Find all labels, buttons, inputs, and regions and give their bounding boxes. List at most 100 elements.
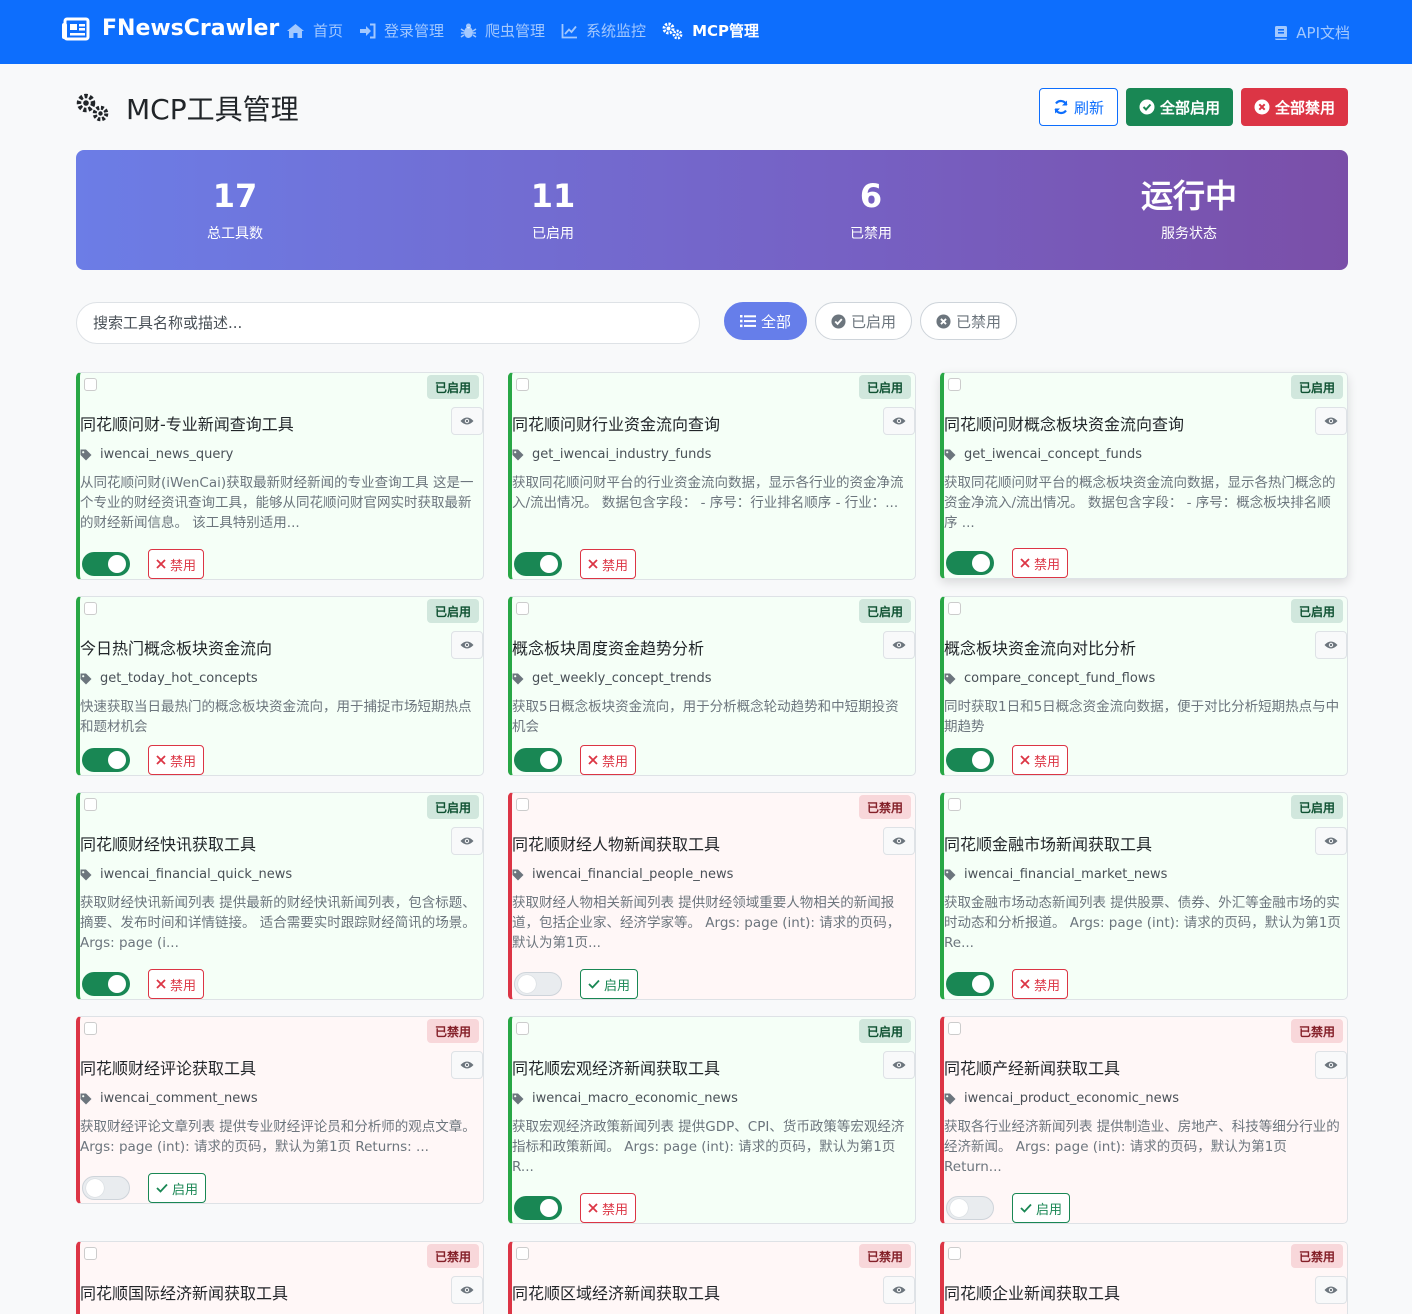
enable-toggle[interactable]	[514, 972, 562, 996]
select-checkbox[interactable]	[948, 1247, 961, 1260]
enable-all-label: 全部启用	[1159, 98, 1220, 117]
view-details-button[interactable]	[451, 1276, 483, 1304]
disable-button[interactable]: 禁用	[580, 549, 637, 579]
function-name-text: iwencai_news_query	[100, 447, 234, 462]
select-checkbox[interactable]	[948, 798, 961, 811]
nav-system-monitor[interactable]: 系统监控	[561, 20, 646, 41]
tool-description: 同时获取1日和5日概念资金流向数据，便于对比分析短期热点与中期趋势	[944, 699, 1340, 735]
stat-label: 已禁用	[850, 226, 892, 242]
select-checkbox[interactable]	[84, 602, 97, 615]
enable-button[interactable]: 启用	[148, 1173, 207, 1203]
disable-all-button[interactable]: 全部禁用	[1240, 88, 1348, 126]
nav-login-management[interactable]: 登录管理	[359, 20, 444, 41]
select-checkbox[interactable]	[948, 1022, 961, 1035]
view-details-button[interactable]	[451, 827, 483, 855]
disable-button[interactable]: 禁用	[148, 549, 205, 579]
eye-icon	[1324, 1061, 1338, 1069]
enable-label: 启用	[604, 978, 631, 994]
tool-title: 同花顺财经评论获取工具	[80, 1059, 257, 1078]
select-checkbox[interactable]	[516, 602, 529, 615]
x-icon	[156, 979, 166, 989]
eye-icon	[1324, 837, 1338, 845]
select-checkbox[interactable]	[516, 1022, 529, 1035]
tool-function-name: iwencai_product_economic_news	[944, 1091, 1179, 1106]
disable-button[interactable]: 禁用	[580, 1193, 637, 1223]
tool-title: 同花顺财经人物新闻获取工具	[512, 835, 721, 854]
view-details-button[interactable]	[1315, 407, 1347, 435]
view-details-button[interactable]	[883, 1276, 915, 1304]
tag-icon	[512, 869, 524, 880]
disable-button[interactable]: 禁用	[1012, 969, 1069, 999]
view-details-button[interactable]	[883, 827, 915, 855]
view-details-button[interactable]	[1315, 1051, 1347, 1079]
view-details-button[interactable]	[883, 1051, 915, 1079]
select-checkbox[interactable]	[516, 1247, 529, 1260]
function-name-text: iwencai_macro_economic_news	[532, 1091, 738, 1106]
filter-enabled[interactable]: 已启用	[815, 302, 913, 340]
select-checkbox[interactable]	[516, 798, 529, 811]
view-details-button[interactable]	[451, 631, 483, 659]
tag-icon	[944, 449, 956, 460]
nav-mcp-management[interactable]: MCP管理	[662, 20, 759, 41]
disable-button[interactable]: 禁用	[580, 745, 637, 775]
view-details-button[interactable]	[451, 407, 483, 435]
status-badge: 已禁用	[1290, 1244, 1343, 1268]
tool-title: 概念板块周度资金趋势分析	[512, 639, 705, 658]
disable-button[interactable]: 禁用	[1012, 548, 1069, 578]
nav-home[interactable]: 首页	[286, 20, 343, 41]
enable-toggle[interactable]	[946, 972, 994, 996]
tool-card: 已启用 同花顺财经快讯获取工具 iwencai_financial_quick_ne…	[76, 792, 484, 1000]
nav-crawler-management[interactable]: 爬虫管理	[460, 20, 545, 41]
tool-function-name: get_today_hot_concepts	[80, 671, 258, 686]
stat-label: 已启用	[532, 226, 574, 242]
select-checkbox[interactable]	[948, 378, 961, 391]
select-checkbox[interactable]	[84, 1022, 97, 1035]
stat-service-status: 运行中 服务状态	[1030, 150, 1348, 270]
view-details-button[interactable]	[883, 631, 915, 659]
tool-description: 获取宏观经济政策新闻列表 提供GDP、CPI、货币政策等宏观经济指标和政策新闻。…	[512, 1119, 905, 1175]
tool-function-name: iwencai_macro_economic_news	[512, 1091, 738, 1106]
filter-all[interactable]: 全部	[724, 302, 808, 340]
tool-card: 已禁用 同花顺国际经济新闻获取工具	[76, 1241, 484, 1314]
select-checkbox[interactable]	[516, 378, 529, 391]
disable-button[interactable]: 禁用	[1012, 745, 1069, 775]
x-icon	[1020, 558, 1030, 568]
toggle-knob	[540, 1199, 558, 1217]
tool-card: 已启用 同花顺问财行业资金流向查询 get_iwencai_industry_fun…	[508, 372, 916, 580]
disable-button[interactable]: 禁用	[148, 969, 205, 999]
eye-icon	[1324, 417, 1338, 425]
x-circle-icon	[1254, 99, 1270, 115]
select-checkbox[interactable]	[84, 1247, 97, 1260]
tool-function-name: iwencai_news_query	[80, 447, 233, 462]
view-details-button[interactable]	[1315, 827, 1347, 855]
enable-button[interactable]: 启用	[580, 969, 639, 999]
view-details-button[interactable]	[883, 407, 915, 435]
refresh-button[interactable]: 刷新	[1038, 88, 1118, 126]
select-checkbox[interactable]	[948, 602, 961, 615]
home-icon	[287, 23, 304, 38]
view-details-button[interactable]	[451, 1051, 483, 1079]
enable-toggle[interactable]	[514, 1196, 562, 1220]
select-checkbox[interactable]	[84, 378, 97, 391]
enable-button[interactable]: 启用	[1012, 1193, 1071, 1223]
nav-api-docs[interactable]: API文档	[1274, 22, 1350, 43]
view-details-button[interactable]	[1315, 631, 1347, 659]
enable-toggle[interactable]	[82, 1176, 130, 1200]
search-input[interactable]	[76, 302, 700, 344]
enable-all-button[interactable]: 全部启用	[1125, 88, 1233, 126]
enable-toggle[interactable]	[82, 748, 130, 772]
enable-toggle[interactable]	[946, 551, 994, 575]
enable-toggle[interactable]	[946, 748, 994, 772]
tool-controls: 启用	[82, 1173, 207, 1203]
enable-toggle[interactable]	[514, 748, 562, 772]
brand[interactable]: FNewsCrawler	[62, 16, 279, 41]
select-checkbox[interactable]	[84, 798, 97, 811]
view-details-button[interactable]	[1315, 1276, 1347, 1304]
filter-disabled[interactable]: 已禁用	[920, 302, 1018, 340]
tag-icon	[512, 673, 524, 684]
enable-toggle[interactable]	[82, 552, 130, 576]
enable-toggle[interactable]	[946, 1196, 994, 1220]
enable-toggle[interactable]	[82, 972, 130, 996]
enable-toggle[interactable]	[514, 552, 562, 576]
disable-button[interactable]: 禁用	[148, 745, 205, 775]
